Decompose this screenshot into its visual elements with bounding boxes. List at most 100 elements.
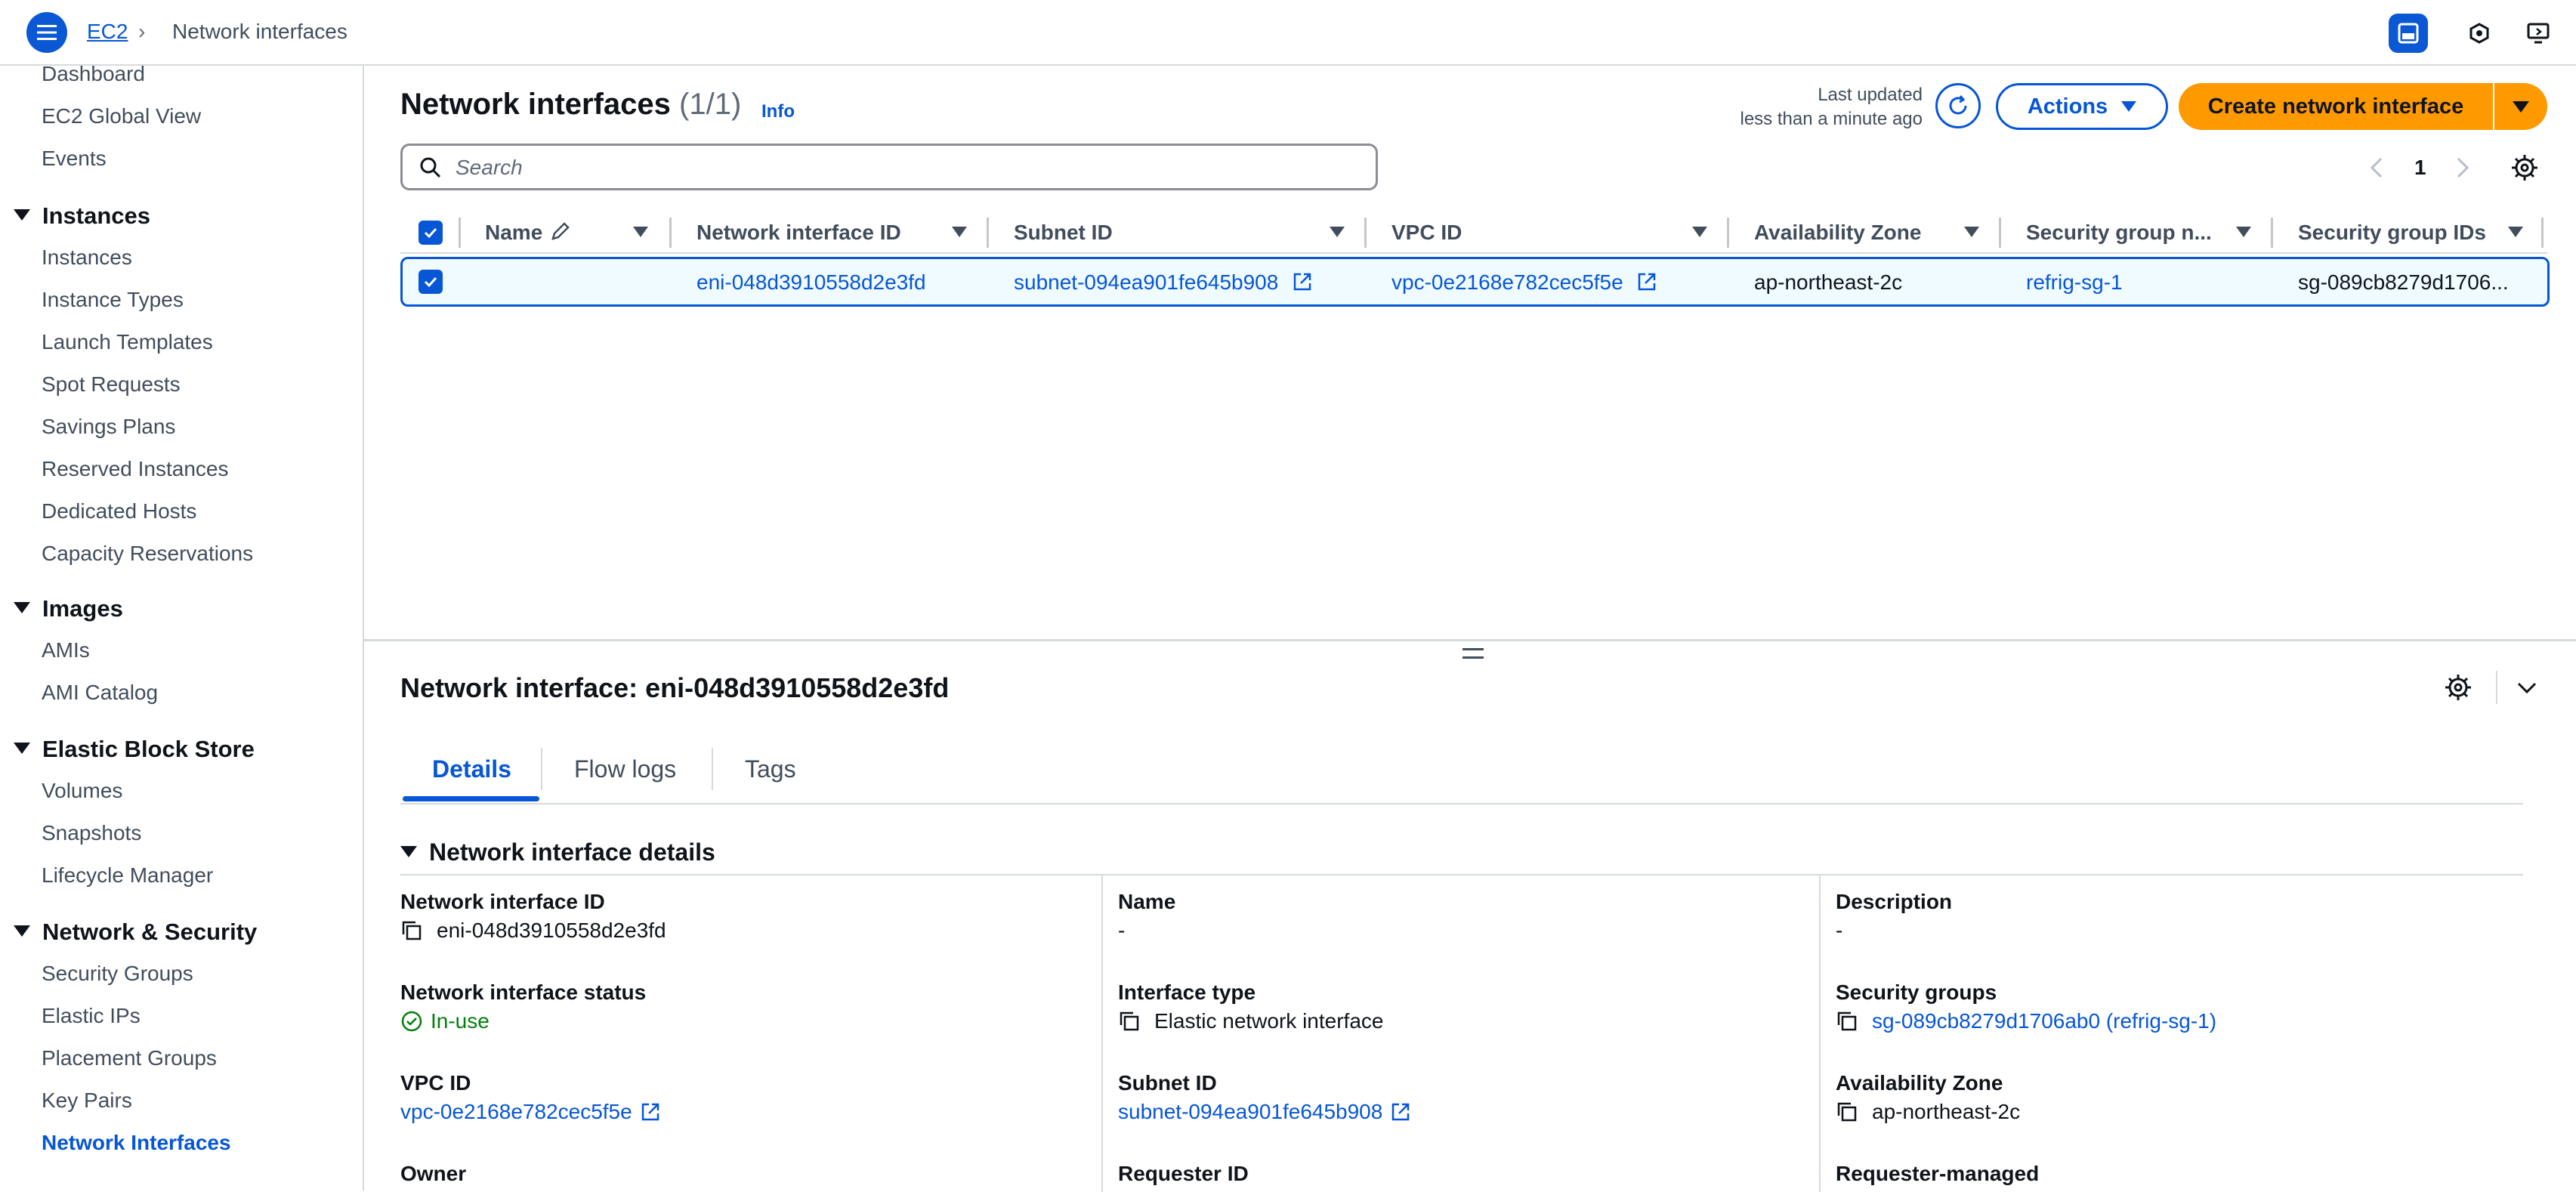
filter-icon[interactable] [1964,227,1979,237]
column-header-security-group-name[interactable]: Security group n... [2026,221,2212,245]
copy-icon[interactable] [400,919,423,942]
create-network-interface-button[interactable]: Create network interface [2179,83,2493,130]
chevron-left-icon[interactable] [2368,154,2386,181]
sidebar-section-network-security[interactable]: Network & Security [14,919,257,946]
sidebar-section-elastic-block-store[interactable]: Elastic Block Store [14,736,255,763]
sidebar-item-security-groups[interactable]: Security Groups [42,962,193,986]
copy-icon[interactable] [1836,1010,1858,1033]
copy-icon[interactable] [1836,1101,1858,1123]
sidebar-section-images[interactable]: Images [14,595,123,622]
filter-icon[interactable] [2508,227,2523,237]
field-value-vpc-id[interactable]: vpc-0e2168e782cec5f5e [400,1100,661,1124]
refresh-button[interactable] [1935,83,1981,128]
gear-icon[interactable] [2510,153,2540,183]
field-label-network-interface-status: Network interface status [400,980,647,1004]
column-divider[interactable] [1727,218,1729,248]
sidebar-item-ami-catalog[interactable]: AMI Catalog [42,681,158,705]
create-options-dropdown[interactable] [2494,83,2547,130]
drag-handle-icon[interactable] [1463,648,1484,659]
sidebar-item-reserved-instances[interactable]: Reserved Instances [42,457,228,481]
copy-icon[interactable] [1118,1010,1141,1033]
filter-icon[interactable] [1330,227,1345,237]
sidebar-item-instances[interactable]: Instances [42,246,132,270]
field-label-requester-id: Requester ID [1118,1162,1249,1185]
sidebar-item-savings-plans[interactable]: Savings Plans [42,415,175,439]
sidebar-item-network-interfaces[interactable]: Network Interfaces [42,1131,231,1155]
active-tab-indicator [403,796,539,801]
sidebar-item-placement-groups[interactable]: Placement Groups [42,1046,217,1070]
section-network-interface-details[interactable]: Network interface details [400,838,715,866]
sidebar-item-volumes[interactable]: Volumes [42,779,122,803]
column-divider[interactable] [459,218,461,248]
gear-icon[interactable] [2443,672,2473,703]
page-title: Network interfaces (1/1) [400,88,742,121]
tab-flow-logs[interactable]: Flow logs [574,755,676,783]
sidebar-item-events[interactable]: Events [42,147,107,171]
sidebar-item-amis[interactable]: AMIs [42,638,90,662]
row-checkbox[interactable] [419,270,443,294]
tab-details[interactable]: Details [432,755,511,783]
sidebar-item-capacity-reservations[interactable]: Capacity Reservations [42,542,253,566]
sidebar-item-spot-requests[interactable]: Spot Requests [42,372,181,397]
filter-icon[interactable] [2236,227,2251,237]
cell-subnet-id[interactable]: subnet-094ea901fe645b908 [1014,270,1313,295]
sidebar-item-snapshots[interactable]: Snapshots [42,821,141,845]
caret-down-icon [14,743,30,754]
column-divider[interactable] [2541,218,2544,248]
breadcrumb-ec2-link[interactable]: EC2 [87,20,128,44]
field-value-subnet-id[interactable]: subnet-094ea901fe645b908 [1118,1100,1411,1124]
split-panel-divider [364,639,2576,641]
search-input[interactable] [454,153,1348,182]
chevron-down-icon[interactable] [2516,677,2538,699]
cell-security-group-name[interactable]: refrig-sg-1 [2026,270,2123,295]
sidebar-item-elastic-ips[interactable]: Elastic IPs [42,1004,141,1028]
sidebar-section-instances[interactable]: Instances [14,202,150,230]
cell-security-group-ids: sg-089cb8279d1706... [2298,270,2509,294]
cell-network-interface-id[interactable]: eni-048d3910558d2e3fd [697,270,926,295]
menu-icon[interactable] [26,12,67,53]
sidebar-item-launch-templates[interactable]: Launch Templates [42,330,213,354]
split-panel-icon[interactable] [2389,14,2428,53]
section-divider [400,874,2523,875]
chevron-right-icon[interactable] [2454,154,2472,181]
column-header-name[interactable]: Name [485,221,542,245]
field-label-availability-zone: Availability Zone [1836,1071,2003,1095]
hexagon-icon[interactable] [2460,14,2499,53]
column-header-availability-zone[interactable]: Availability Zone [1754,221,1921,245]
external-link-icon [1293,273,1311,291]
column-header-subnet-id[interactable]: Subnet ID [1014,221,1113,245]
filter-icon[interactable] [952,227,967,237]
select-all-checkbox[interactable] [419,221,443,245]
column-divider[interactable] [2271,218,2273,248]
sidebar-item-ec2-global-view[interactable]: EC2 Global View [42,104,201,128]
split-panel-title: Network interface: eni-048d3910558d2e3fd [400,672,950,703]
sidebar-item-instance-types[interactable]: Instance Types [42,288,184,312]
column-divider[interactable] [1999,218,2001,248]
column-header-network-interface-id[interactable]: Network interface ID [697,221,901,245]
page-number[interactable]: 1 [2414,156,2426,180]
column-header-vpc-id[interactable]: VPC ID [1391,221,1462,245]
column-divider[interactable] [987,218,989,248]
filter-icon[interactable] [633,227,648,237]
caret-down-icon [14,925,30,937]
monitor-icon[interactable] [2519,14,2558,53]
field-label-owner: Owner [400,1162,467,1185]
cell-vpc-id[interactable]: vpc-0e2168e782cec5f5e [1391,270,1657,295]
external-link-icon [1392,1103,1410,1121]
sidebar-item-dedicated-hosts[interactable]: Dedicated Hosts [42,499,196,523]
column-header-security-group-ids[interactable]: Security group IDs [2298,221,2486,245]
top-navigation-bar: EC2 › Network interfaces [0,0,2576,66]
filter-icon[interactable] [1692,227,1707,237]
info-link[interactable]: Info [761,101,795,122]
field-value-security-groups[interactable]: sg-089cb8279d1706ab0 (refrig-sg-1) [1836,1009,2216,1033]
sidebar-item-key-pairs[interactable]: Key Pairs [42,1089,132,1113]
column-divider [1101,875,1103,1192]
sidebar-item-lifecycle-manager[interactable]: Lifecycle Manager [42,863,213,888]
cell-availability-zone: ap-northeast-2c [1754,270,1903,294]
sidebar-item-dashboard[interactable]: Dashboard [42,62,145,86]
column-divider[interactable] [669,218,672,248]
actions-button[interactable]: Actions [1996,83,2168,130]
check-circle-icon [401,1011,422,1032]
column-divider[interactable] [1364,218,1367,248]
tab-tags[interactable]: Tags [745,755,796,783]
